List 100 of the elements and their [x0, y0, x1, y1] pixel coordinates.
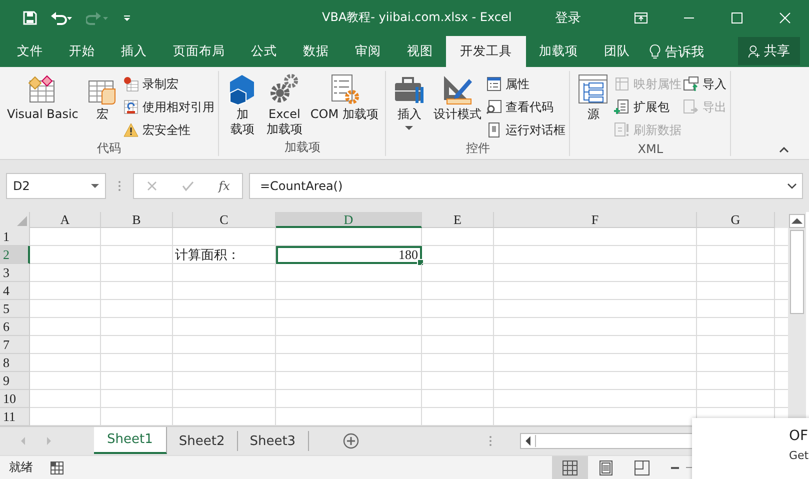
table-cell[interactable]: [494, 318, 697, 336]
table-cell[interactable]: [422, 246, 494, 264]
ribbon-button[interactable]: 查看代码: [486, 97, 566, 117]
table-cell[interactable]: [697, 354, 775, 372]
table-cell[interactable]: [697, 336, 775, 354]
table-cell[interactable]: [422, 300, 494, 318]
table-cell[interactable]: 计算面积：: [173, 246, 276, 264]
table-cell[interactable]: [101, 264, 173, 282]
column-header[interactable]: A: [30, 212, 101, 228]
insert-function-button[interactable]: fx: [218, 179, 230, 193]
table-cell[interactable]: [276, 372, 422, 390]
formula-field[interactable]: =CountArea(): [249, 173, 803, 199]
column-header[interactable]: B: [101, 212, 173, 228]
ribbon-tab[interactable]: 开始: [56, 36, 108, 67]
table-cell[interactable]: [101, 228, 173, 246]
table-cell[interactable]: [276, 354, 422, 372]
table-cell[interactable]: [173, 354, 276, 372]
table-cell[interactable]: [276, 336, 422, 354]
table-cell[interactable]: [101, 246, 173, 264]
table-cell[interactable]: [276, 300, 422, 318]
row-header[interactable]: 11: [0, 408, 30, 426]
table-cell[interactable]: [101, 318, 173, 336]
table-cell[interactable]: [422, 372, 494, 390]
ribbon-tab[interactable]: 视图: [394, 36, 446, 67]
table-cell[interactable]: [173, 336, 276, 354]
ribbon-tab[interactable]: 插入: [108, 36, 160, 67]
table-cell[interactable]: 180: [276, 246, 422, 264]
drag-handle-icon[interactable]: [118, 180, 121, 192]
table-cell[interactable]: [30, 390, 101, 408]
table-cell[interactable]: [173, 264, 276, 282]
row-header[interactable]: 3: [0, 264, 30, 282]
maximize-icon[interactable]: [730, 10, 744, 24]
table-cell[interactable]: [494, 336, 697, 354]
table-cell[interactable]: [494, 300, 697, 318]
table-cell[interactable]: [173, 318, 276, 336]
table-cell[interactable]: [101, 300, 173, 318]
table-cell[interactable]: [697, 282, 775, 300]
table-cell[interactable]: [30, 246, 101, 264]
undo-icon[interactable]: [50, 10, 74, 26]
table-cell[interactable]: [276, 228, 422, 246]
ribbon-button[interactable]: Visual Basic: [4, 71, 82, 140]
login-link[interactable]: 登录: [555, 8, 581, 26]
sheet-tab[interactable]: Sheet2: [166, 431, 238, 451]
scroll-right-icon[interactable]: [46, 436, 52, 446]
table-cell[interactable]: [697, 372, 775, 390]
ribbon-button[interactable]: 设计模式: [430, 71, 484, 140]
table-cell[interactable]: [422, 318, 494, 336]
ribbon-button[interactable]: 插入: [390, 71, 428, 140]
notification-popup[interactable]: OF Get: [692, 418, 809, 479]
cancel-icon[interactable]: [146, 180, 158, 192]
ribbon-tab[interactable]: 数据: [290, 36, 342, 67]
close-icon[interactable]: [778, 10, 792, 24]
ribbon-tab[interactable]: 公式: [238, 36, 290, 67]
ribbon-button[interactable]: 使用相对引用: [123, 97, 214, 117]
scroll-left-icon[interactable]: [20, 436, 26, 446]
table-cell[interactable]: [422, 282, 494, 300]
normal-view-button[interactable]: [552, 456, 588, 479]
table-cell[interactable]: [494, 228, 697, 246]
row-header[interactable]: 10: [0, 390, 30, 408]
ribbon-button[interactable]: 扩展包: [614, 97, 682, 117]
redo-icon[interactable]: [86, 10, 110, 26]
ribbon-tab[interactable]: 团队: [591, 36, 643, 67]
ribbon-button[interactable]: COM 加载项: [307, 71, 382, 139]
ribbon-display-icon[interactable]: [634, 10, 648, 24]
check-icon[interactable]: [182, 180, 194, 192]
sheet-tab[interactable]: Sheet3: [238, 431, 309, 451]
column-header[interactable]: F: [494, 212, 697, 228]
ribbon-tab[interactable]: 审阅: [342, 36, 394, 67]
ribbon-tab[interactable]: 页面布局: [160, 36, 238, 67]
table-cell[interactable]: [422, 228, 494, 246]
ribbon-button[interactable]: 导入: [683, 74, 726, 94]
splitter-icon[interactable]: [488, 435, 492, 447]
ribbon-tab[interactable]: 文件: [4, 36, 56, 67]
sheet-tab[interactable]: Sheet1: [94, 427, 167, 454]
ribbon-button[interactable]: 录制宏: [123, 74, 214, 94]
table-cell[interactable]: [173, 228, 276, 246]
row-header[interactable]: 1: [0, 228, 30, 246]
fill-handle[interactable]: [417, 259, 424, 266]
table-cell[interactable]: [276, 390, 422, 408]
share-button[interactable]: 共享: [738, 37, 800, 65]
table-cell[interactable]: [697, 246, 775, 264]
table-cell[interactable]: [30, 264, 101, 282]
ribbon-button[interactable]: Excel 加载项: [263, 71, 306, 139]
customize-caret-icon[interactable]: [122, 12, 132, 22]
table-cell[interactable]: [697, 300, 775, 318]
ribbon-button[interactable]: 源: [574, 71, 612, 142]
ribbon-button[interactable]: 属性: [486, 74, 566, 94]
table-cell[interactable]: [101, 372, 173, 390]
table-cell[interactable]: [101, 390, 173, 408]
table-cell[interactable]: [173, 390, 276, 408]
table-cell[interactable]: [173, 300, 276, 318]
table-cell[interactable]: [494, 246, 697, 264]
column-header[interactable]: D: [276, 212, 422, 228]
column-header[interactable]: E: [422, 212, 494, 228]
table-cell[interactable]: [173, 282, 276, 300]
table-cell[interactable]: [422, 264, 494, 282]
collapse-ribbon-icon[interactable]: [779, 147, 789, 153]
ribbon-button[interactable]: 宏安全性: [123, 120, 214, 140]
table-cell[interactable]: [697, 264, 775, 282]
table-cell[interactable]: [30, 318, 101, 336]
